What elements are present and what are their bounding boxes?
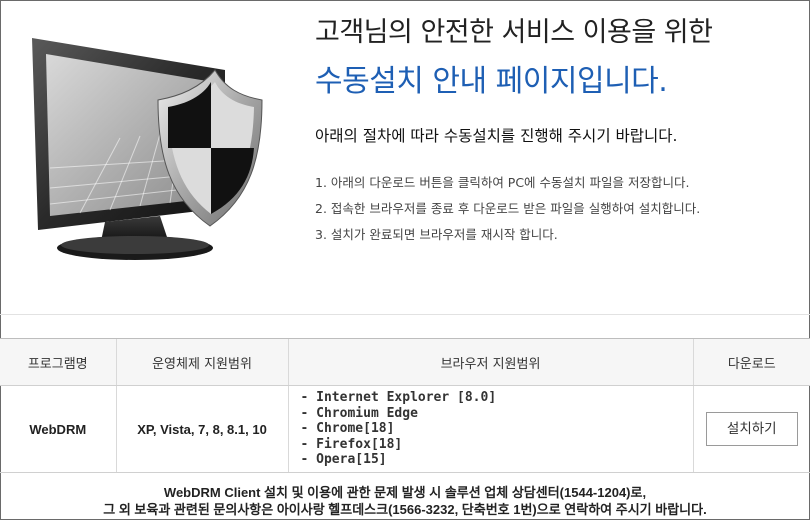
browser-item: - Firefox[18]: [300, 436, 403, 452]
section-divider: [0, 314, 810, 315]
step-item: 1. 아래의 다운로드 버튼을 클릭하여 PC에 수동설치 파일을 저장합니다.: [315, 175, 690, 190]
title-line-1: 고객님의 안전한 서비스 이용을 위한: [315, 17, 713, 48]
title-line-2: 수동설치 안내 페이지입니다.: [315, 64, 668, 99]
footer-notice: WebDRM Client 설치 및 이용에 관한 문제 발생 시 솔루션 업체…: [0, 484, 810, 518]
browser-item: - Chrome[18]: [300, 421, 395, 437]
browser-item: - Internet Explorer [8.0]: [300, 390, 497, 406]
browser-item: - Opera[15]: [300, 452, 387, 468]
footer-line-2: 그 외 보육과 관련된 문의사항은 아이사랑 헬프데스크(1566-3232, …: [103, 502, 707, 517]
browser-support: - Internet Explorer [8.0] - Chromium Edg…: [287, 385, 693, 473]
step-item: 2. 접속한 브라우저를 종료 후 다운로드 받은 파일을 실행하여 설치합니다…: [315, 201, 701, 216]
header-program: 프로그램명: [0, 338, 116, 386]
hero-section: 고객님의 안전한 서비스 이용을 위한 수동설치 안내 페이지입니다. 아래의 …: [0, 0, 810, 313]
steps-list: 1. 아래의 다운로드 버튼을 클릭하여 PC에 수동설치 파일을 저장합니다.…: [315, 170, 700, 248]
program-table: 프로그램명 운영체제 지원범위 브라우저 지원범위 다운로드 WebDRM XP…: [0, 338, 810, 473]
browser-item: - Chromium Edge: [300, 405, 418, 421]
header-browser: 브라우저 지원범위: [287, 338, 693, 386]
footer-line-1: WebDRM Client 설치 및 이용에 관한 문제 발생 시 솔루션 업체…: [163, 485, 647, 500]
program-name: WebDRM: [0, 385, 116, 473]
intro-text: 아래의 절차에 따라 수동설치를 진행해 주시기 바랍니다.: [315, 127, 678, 145]
download-cell: 설치하기: [692, 385, 810, 473]
os-support: XP, Vista, 7, 8, 8.1, 10: [115, 385, 288, 473]
header-download: 다운로드: [692, 338, 810, 386]
table-header-row: 프로그램명 운영체제 지원범위 브라우저 지원범위 다운로드: [0, 338, 810, 386]
monitor-shield-icon: [10, 8, 280, 270]
step-item: 3. 설치가 완료되면 브라우저를 재시작 합니다.: [315, 227, 558, 242]
install-button[interactable]: 설치하기: [705, 412, 798, 446]
table-row: WebDRM XP, Vista, 7, 8, 8.1, 10 - Intern…: [0, 385, 810, 473]
header-os: 운영체제 지원범위: [115, 338, 288, 386]
